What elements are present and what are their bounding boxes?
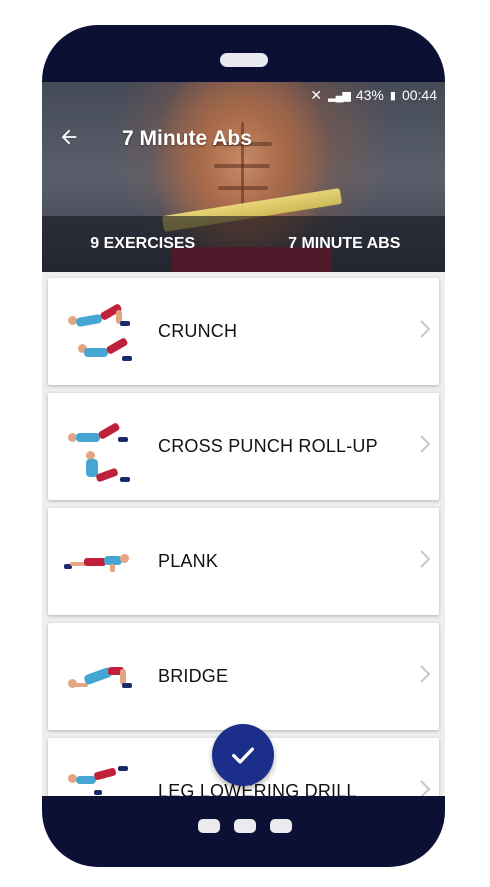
chevron-right-icon <box>419 549 431 575</box>
exercise-item-crunch[interactable]: CRUNCH <box>48 278 439 385</box>
exercise-item-cross-punch-roll-up[interactable]: CROSS PUNCH ROLL-UP <box>48 393 439 500</box>
start-workout-button[interactable] <box>212 724 274 786</box>
leg-lowering-drill-illustration <box>48 738 140 796</box>
clock: 00:44 <box>401 87 437 103</box>
cross-punch-roll-up-illustration <box>48 393 140 500</box>
crunch-illustration <box>48 278 140 385</box>
summary-bar: 9 EXERCISES 7 MINUTE ABS <box>42 216 445 272</box>
back-button[interactable] <box>270 819 292 833</box>
plank-illustration <box>48 508 140 615</box>
checkmark-icon <box>232 747 254 764</box>
chevron-right-icon <box>419 664 431 690</box>
exercise-item-plank[interactable]: PLANK <box>48 508 439 615</box>
page-title: 7 Minute Abs <box>122 127 252 150</box>
phone-frame: ✕ ▂▄▆ 43% ▮ 00:44 7 Minute Abs 9 EXERCIS… <box>42 25 445 867</box>
phone-speaker <box>220 53 268 67</box>
program-duration: 7 MINUTE ABS <box>288 235 401 252</box>
battery-percent: 43% <box>355 87 384 103</box>
home-button[interactable] <box>234 819 256 833</box>
battery-icon: ▮ <box>389 89 396 102</box>
recent-apps-button[interactable] <box>198 819 220 833</box>
chevron-right-icon <box>419 319 431 345</box>
bridge-illustration <box>48 623 140 730</box>
exercise-list: CRUNCH CROSS PUNCH ROLL-UP PLANK BRIDGE … <box>48 278 439 796</box>
app-screen: ✕ ▂▄▆ 43% ▮ 00:44 7 Minute Abs 9 EXERCIS… <box>42 82 445 796</box>
header-banner: ✕ ▂▄▆ 43% ▮ 00:44 7 Minute Abs 9 EXERCIS… <box>42 82 445 272</box>
chevron-right-icon <box>419 434 431 460</box>
mute-icon: ✕ <box>310 86 323 103</box>
exercise-item-bridge[interactable]: BRIDGE <box>48 623 439 730</box>
status-bar: ✕ ▂▄▆ 43% ▮ 00:44 <box>310 86 437 104</box>
exercise-count: 9 EXERCISES <box>90 235 196 252</box>
chevron-right-icon <box>419 779 431 796</box>
exercise-label: CRUNCH <box>158 321 238 341</box>
arrow-left-icon[interactable] <box>58 126 82 150</box>
exercise-label: CROSS PUNCH ROLL-UP <box>158 436 378 456</box>
phone-nav-buttons <box>198 819 292 833</box>
exercise-label: BRIDGE <box>158 666 229 686</box>
exercise-label: LEG LOWERING DRILL <box>158 781 357 796</box>
exercise-label: PLANK <box>158 551 219 571</box>
signal-icon: ▂▄▆ <box>328 89 351 102</box>
